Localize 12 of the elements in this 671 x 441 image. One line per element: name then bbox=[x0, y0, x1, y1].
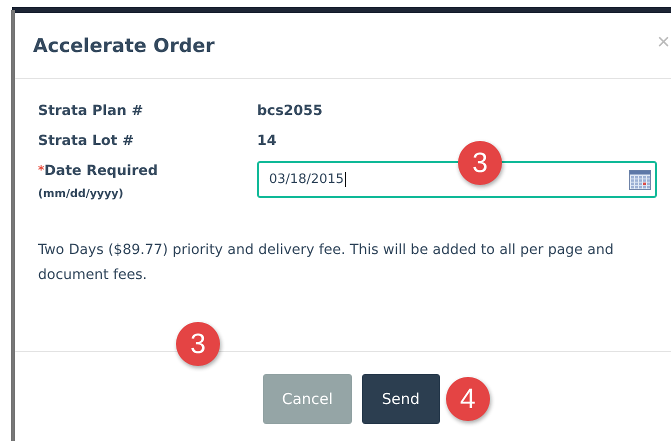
field-value: 14 bbox=[257, 133, 278, 149]
callout-badge: 3 bbox=[176, 322, 220, 366]
callout-badge: 3 bbox=[458, 141, 502, 185]
dialog-title: Accelerate Order bbox=[33, 34, 215, 56]
field-label: *Date Required bbox=[38, 163, 159, 179]
field-value: bcs2055 bbox=[257, 103, 324, 119]
calendar-icon[interactable] bbox=[629, 170, 651, 190]
fee-note: Two Days ($89.77) priority and delivery fee. This will be added to all per page and document fees. bbox=[38, 241, 615, 285]
field-label: Strata Plan # bbox=[38, 103, 144, 119]
field-label: Strata Lot # bbox=[38, 133, 135, 149]
callout-badge: 4 bbox=[446, 377, 490, 421]
date-format-hint: (mm/dd/yyyy) bbox=[38, 187, 124, 200]
